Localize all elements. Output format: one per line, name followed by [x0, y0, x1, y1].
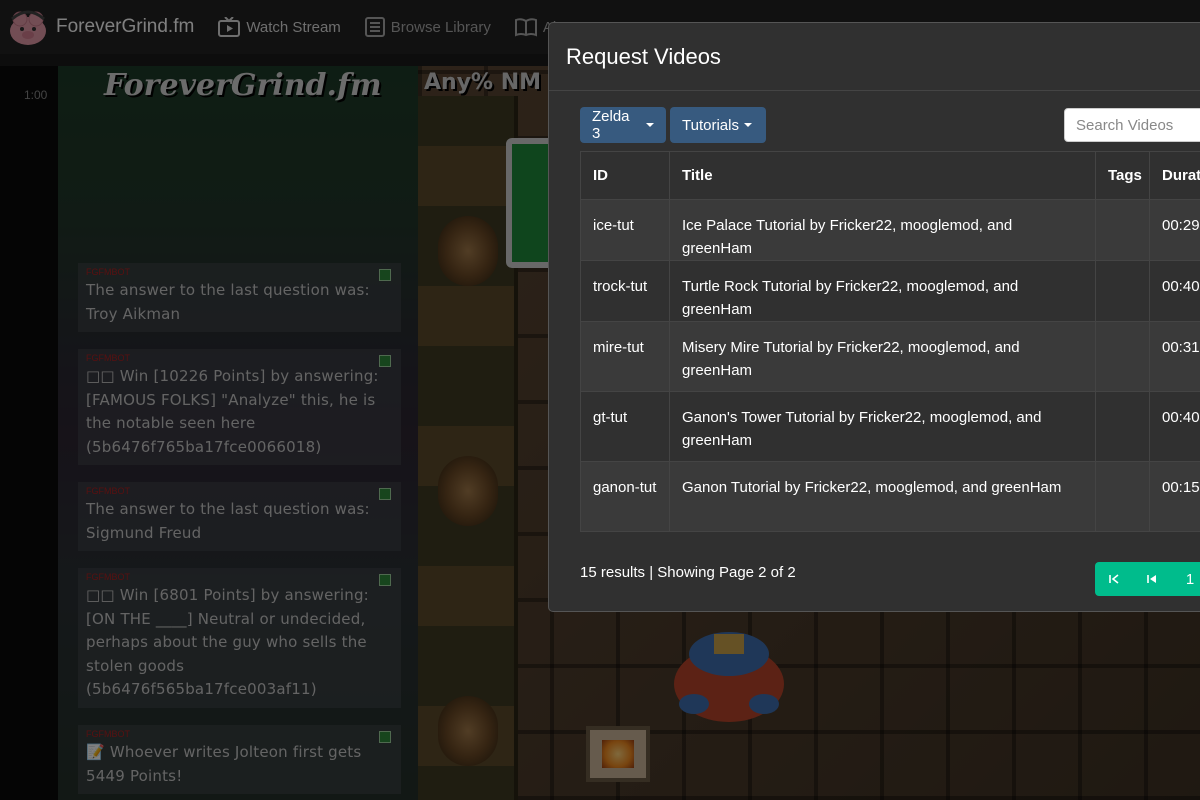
game-filter-dropdown[interactable]: Zelda 3 [580, 107, 666, 143]
column-header-id[interactable]: ID [580, 151, 670, 200]
cell-duration: 00:31 [1149, 321, 1200, 392]
cell-id: ganon-tut [580, 461, 670, 532]
table-row[interactable]: mire-tut Misery Mire Tutorial by Fricker… [580, 321, 1200, 392]
cell-duration: 00:15 [1149, 461, 1200, 532]
table-row[interactable]: ice-tut Ice Palace Tutorial by Fricker22… [580, 199, 1200, 261]
cell-id: mire-tut [580, 321, 670, 392]
videos-table: ID Title Tags Durat ice-tut Ice Palace T… [580, 151, 1200, 532]
cell-title: Turtle Rock Tutorial by Fricker22, moogl… [669, 260, 1096, 322]
cell-tags [1095, 199, 1150, 261]
cell-tags [1095, 461, 1150, 532]
category-filter-dropdown[interactable]: Tutorials [670, 107, 766, 143]
cell-tags [1095, 391, 1150, 462]
cell-duration: 00:40 [1149, 260, 1200, 322]
table-row[interactable]: gt-tut Ganon's Tower Tutorial by Fricker… [580, 391, 1200, 462]
column-header-duration[interactable]: Durat [1149, 151, 1200, 200]
category-filter-label: Tutorials [682, 116, 739, 134]
first-page-icon [1109, 574, 1119, 584]
cell-duration: 00:40 [1149, 391, 1200, 462]
modal-header: Request Videos [549, 23, 1200, 91]
table-row[interactable]: trock-tut Turtle Rock Tutorial by Fricke… [580, 260, 1200, 322]
cell-title: Ganon's Tower Tutorial by Fricker22, moo… [669, 391, 1096, 462]
table-header-row: ID Title Tags Durat [580, 151, 1200, 200]
pagination: 1 [1095, 562, 1200, 596]
cell-tags [1095, 260, 1150, 322]
caret-down-icon [646, 123, 654, 127]
first-page-button[interactable] [1095, 562, 1133, 596]
caret-down-icon [743, 123, 752, 127]
cell-title: Ganon Tutorial by Fricker22, mooglemod, … [669, 461, 1096, 532]
cell-id: trock-tut [580, 260, 670, 322]
prev-page-button[interactable] [1133, 562, 1171, 596]
column-header-tags[interactable]: Tags [1095, 151, 1150, 200]
search-input[interactable]: Search Videos [1064, 108, 1200, 142]
cell-title: Misery Mire Tutorial by Fricker22, moogl… [669, 321, 1096, 392]
prev-page-icon [1147, 575, 1156, 583]
modal-body: Zelda 3 Tutorials Search Videos ID Title [580, 107, 1200, 596]
cell-title: Ice Palace Tutorial by Fricker22, moogle… [669, 199, 1096, 261]
cell-id: ice-tut [580, 199, 670, 261]
cell-id: gt-tut [580, 391, 670, 462]
page-1-button[interactable]: 1 [1171, 562, 1200, 596]
results-summary: 15 results | Showing Page 2 of 2 [580, 564, 796, 581]
modal-title: Request Videos [566, 43, 721, 69]
column-header-title[interactable]: Title [669, 151, 1096, 200]
filter-bar: Zelda 3 Tutorials Search Videos [580, 107, 1200, 143]
request-videos-modal: Request Videos Zelda 3 Tutorials Search … [548, 22, 1200, 612]
cell-duration: 00:29 [1149, 199, 1200, 261]
table-row[interactable]: ganon-tut Ganon Tutorial by Fricker22, m… [580, 461, 1200, 532]
cell-tags [1095, 321, 1150, 392]
game-filter-label: Zelda 3 [592, 108, 630, 142]
